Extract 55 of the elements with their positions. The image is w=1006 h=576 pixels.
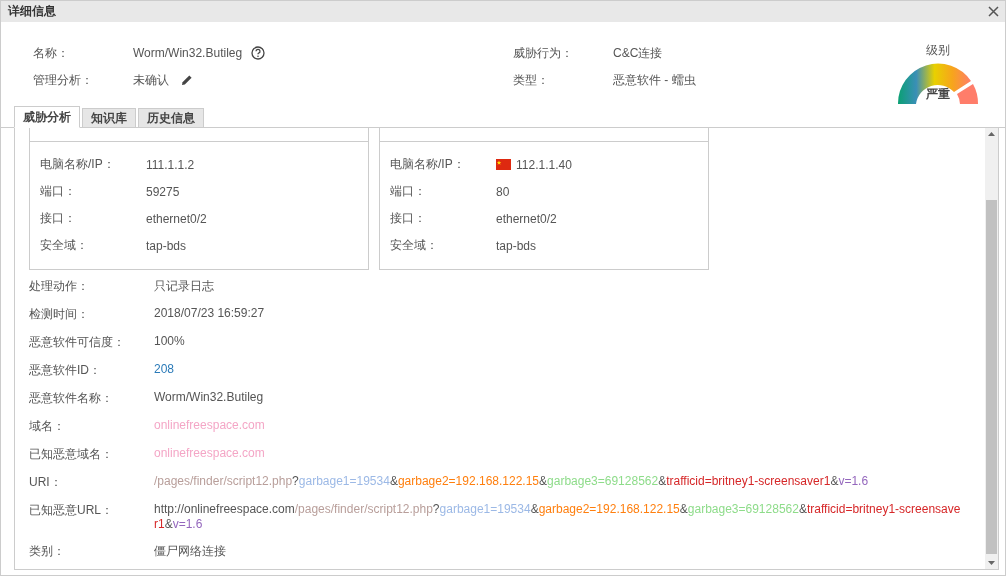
url-value: http://onlinefreespace.com/pages/finder/script12.php?garbage1=19534&garbage2=192.168.122.15&garbage3=69128562&trafficid=britney1-screensaver1&v=1.6 [154,502,962,532]
field-label: 已知恶意域名： [29,446,114,463]
field-label: 检测时间： [29,306,90,323]
tab[interactable]: 威胁分析 [14,106,80,128]
field-value: Worm/Win32.Butileg [154,390,264,404]
field-label: 威胁行为： [513,44,574,62]
field-label: 管理分析： [33,71,94,89]
field-value: 恶意软件 - 蠕虫 [613,71,696,89]
field-label: 处理动作： [29,278,90,295]
window-title: 详细信息 [8,3,56,20]
domain-value: onlinefreespace.com [154,446,265,460]
field-value: 只记录日志 [154,278,214,295]
field-value: 僵尸网络连接 [154,543,226,560]
field-label: 端口： [390,183,427,200]
field-label: 电脑名称/IP： [40,156,116,173]
field-label: 安全域： [390,237,439,254]
field-label: 接口： [390,210,427,227]
field-value: 未确认 [133,71,169,89]
field-label: 类型： [513,71,550,89]
field-label: 恶意软件名称： [29,390,114,407]
field-label: 端口： [40,183,77,200]
field-label: 名称： [33,44,70,62]
field-value: ethernet0/2 [146,211,207,226]
tab[interactable]: 历史信息 [138,108,204,127]
url-value: /pages/finder/script12.php?garbage1=19534&garbage2=192.168.122.15&garbage3=69128562&trafficid=britney1-screensaver1&v=1.6 [154,474,870,489]
field-value: tap-bds [496,238,537,253]
field-value: 59275 [146,184,180,199]
id-link[interactable]: 208 [154,362,175,376]
field-label: 安全域： [40,237,89,254]
field-value: C&C连接 [613,44,663,62]
field-label: 类别： [29,543,66,560]
field-label: 电脑名称/IP： [390,156,466,173]
field-label: URI： [29,474,63,491]
gauge-title: 级别 [926,42,950,59]
edit-icon[interactable] [181,74,193,86]
field-label: 接口： [40,210,77,227]
field-value: tap-bds [146,238,187,253]
close-icon[interactable] [988,6,999,17]
flag-icon [496,159,511,170]
domain-value: onlinefreespace.com [154,418,265,432]
field-label: 恶意软件ID： [29,362,102,379]
help-icon[interactable] [251,46,266,60]
field-value: 112.1.1.40 [516,157,572,172]
scrollbar[interactable] [985,128,998,569]
field-value: 80 [496,184,510,199]
severity-level: 严重 [925,86,951,103]
field-value: 100% [154,334,185,348]
field-label: 域名： [29,418,66,435]
field-value: 2018/07/23 16:59:27 [154,306,265,320]
field-value: ethernet0/2 [496,211,557,226]
tab[interactable]: 知识库 [82,108,136,127]
field-label: 恶意软件可信度： [29,334,126,351]
field-label: 已知恶意URL： [29,502,114,519]
field-value: Worm/Win32.Butileg [133,46,243,60]
field-value: 111.1.1.2 [146,157,195,172]
